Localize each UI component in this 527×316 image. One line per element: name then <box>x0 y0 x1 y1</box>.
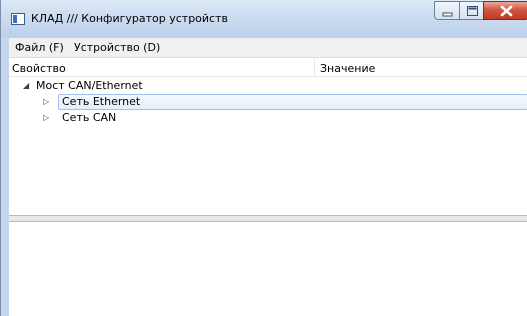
tree-item-label: Мост CAN/Ethernet <box>36 79 143 92</box>
tree-item-root[interactable]: ◢ Мост CAN/Ethernet <box>9 78 527 94</box>
tree-item-ethernet[interactable]: ▷ Сеть Ethernet <box>9 94 527 110</box>
tree-item-can[interactable]: ▷ Сеть CAN <box>9 110 527 126</box>
column-divider[interactable] <box>314 58 315 77</box>
tree-item-label: Сеть Ethernet <box>62 95 141 108</box>
menu-device[interactable]: Устройство (D) <box>74 41 160 54</box>
expand-arrow-icon[interactable]: ▷ <box>43 113 49 122</box>
menu-bar: Файл (F) Устройство (D) <box>9 38 527 58</box>
maximize-icon <box>467 6 478 16</box>
minimize-button[interactable] <box>434 1 460 20</box>
property-tree: ◢ Мост CAN/Ethernet ▷ Сеть Ethernet ▷ Се… <box>9 77 527 215</box>
title-bar[interactable]: КЛАД /// Конфигуратор устройств <box>1 0 527 38</box>
maximize-button[interactable] <box>459 1 484 20</box>
column-header-property[interactable]: Свойство <box>12 62 66 75</box>
collapse-arrow-icon[interactable]: ◢ <box>23 81 29 90</box>
description-pane <box>9 222 527 316</box>
menu-file[interactable]: Файл (F) <box>15 41 64 54</box>
expand-arrow-icon[interactable]: ▷ <box>43 97 49 106</box>
app-window: КЛАД /// Конфигуратор устройств Файл (F)… <box>0 0 527 316</box>
property-grid-header: Свойство Значение <box>9 58 527 77</box>
column-header-value[interactable]: Значение <box>320 62 375 75</box>
minimize-icon <box>442 12 453 17</box>
close-button[interactable] <box>483 1 527 20</box>
content-area: Свойство Значение ◢ Мост CAN/Ethernet ▷ … <box>9 58 527 316</box>
window-title: КЛАД /// Конфигуратор устройств <box>31 12 228 25</box>
close-icon <box>500 5 513 17</box>
pane-splitter[interactable] <box>9 215 527 222</box>
app-icon[interactable] <box>11 13 25 25</box>
tree-item-label: Сеть CAN <box>62 111 117 124</box>
